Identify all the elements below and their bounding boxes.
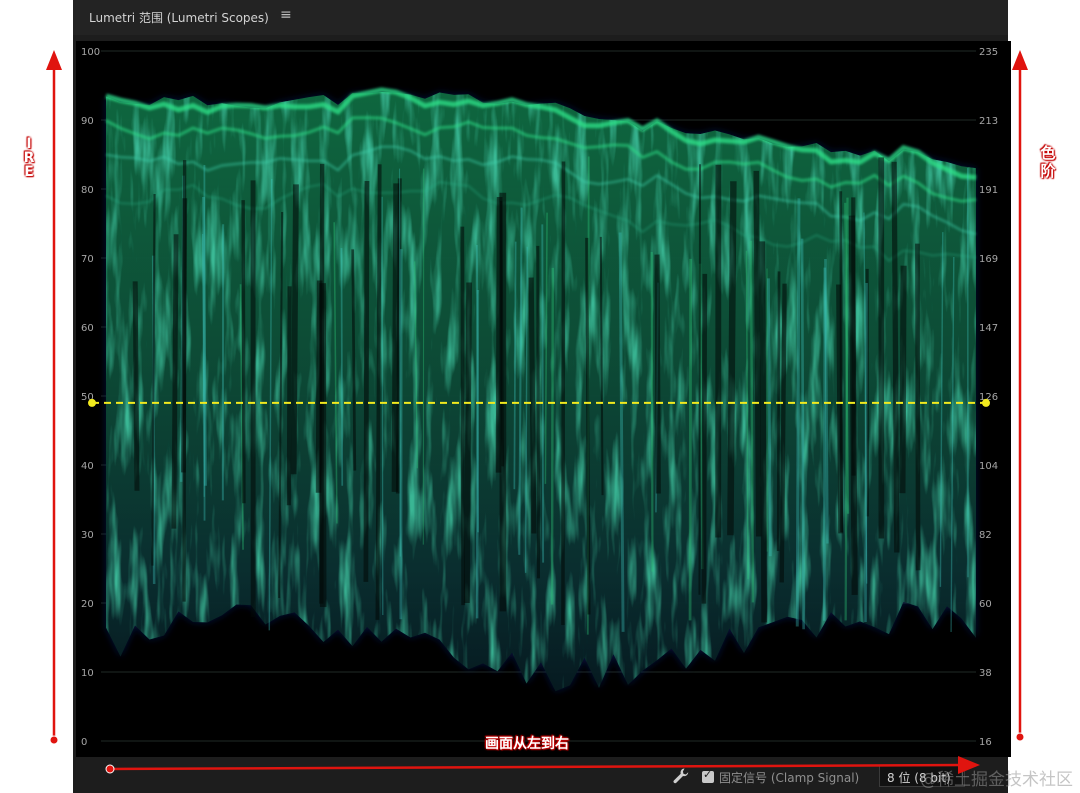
ire-arrow	[46, 50, 62, 745]
level-label: 色阶	[1040, 144, 1056, 180]
ire-label: IRE	[23, 136, 35, 180]
left-to-right-arrow	[105, 756, 980, 774]
annotation-overlay	[46, 50, 1028, 774]
level-arrow	[1012, 50, 1028, 742]
left-to-right-label: 画面从左到右	[485, 736, 569, 752]
